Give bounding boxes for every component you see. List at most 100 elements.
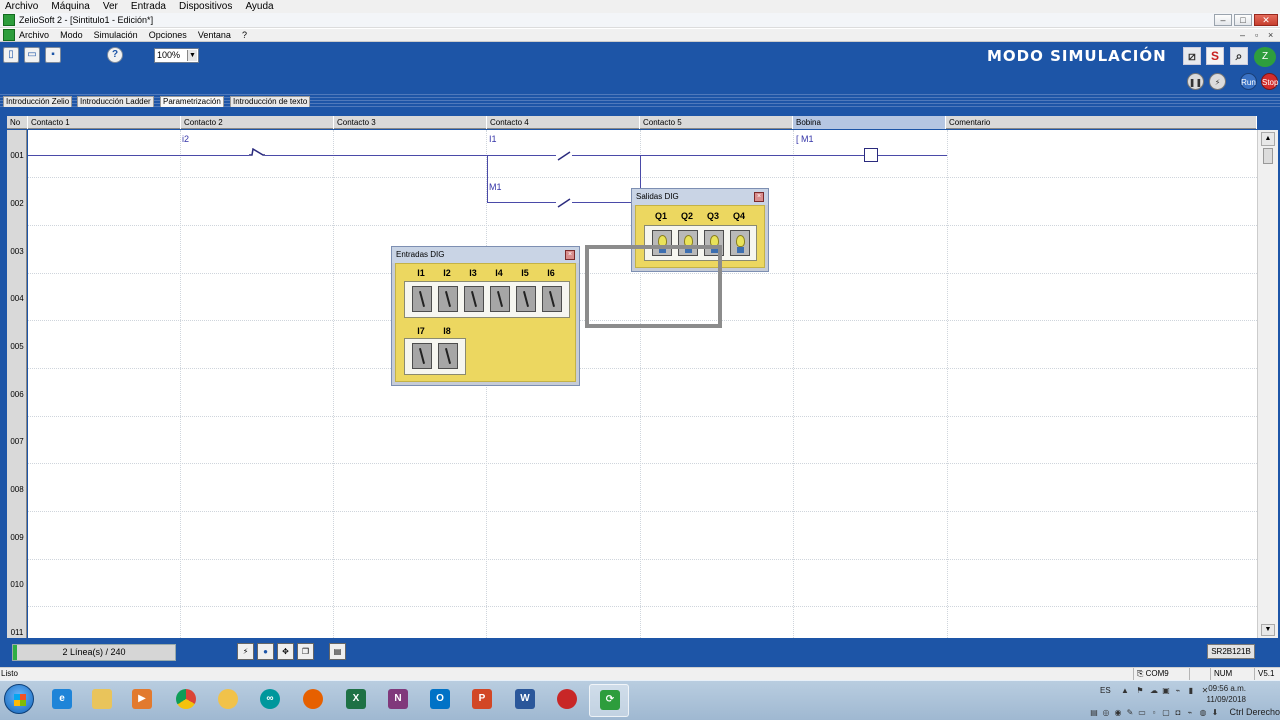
switch-i5[interactable] [516,286,536,312]
vm-usb-icon[interactable]: ⌁ [1185,708,1195,718]
menu-ayuda[interactable]: Ayuda [240,0,278,13]
input-label: I8 [443,326,451,336]
monitor-icon[interactable]: ⧄ [1183,47,1201,65]
vm-audio-icon[interactable]: ◉ [1113,708,1123,718]
scroll-thumb[interactable] [1263,148,1273,164]
taskbar-app-excel[interactable]: X [336,684,376,717]
tab-introduccion-zelio[interactable]: Introducción Zelio [3,96,73,107]
taskbar-app-cade[interactable] [547,684,587,717]
search-icon[interactable]: ⌕ [1230,47,1248,65]
vm-screen-icon[interactable]: ▭ [1137,708,1147,718]
contact-m1-no[interactable] [556,197,572,209]
new-file-icon[interactable]: ▯ [3,47,19,63]
taskbar-app-media[interactable]: ▶ [122,684,162,717]
vertical-scrollbar[interactable]: ▲ ▼ [1257,130,1278,638]
switch-i7[interactable] [412,343,432,369]
contact-i2-nc[interactable] [249,148,265,158]
tab-introduccion-texto[interactable]: Introducción de texto [230,96,311,107]
minimize-button[interactable]: – [1214,14,1232,26]
clock-date: 11/09/2018 [1206,695,1246,704]
doc-minimize-icon[interactable]: – [1240,29,1245,42]
tab-introduccion-ladder[interactable]: Introducción Ladder [77,96,154,107]
taskbar-app-chrome[interactable] [166,684,206,717]
show-hidden-icons-icon[interactable]: ▲ [1120,686,1130,696]
network-icon[interactable]: ▣ [1161,686,1171,696]
taskbar-app-onenote[interactable]: N [378,684,418,717]
save-icon[interactable]: ▪ [45,47,61,63]
switch-i6[interactable] [542,286,562,312]
run-button[interactable]: Run [1240,73,1257,90]
pause-icon[interactable]: ❚❚ [1187,73,1204,90]
taskbar-app-explorer[interactable] [82,684,122,717]
taskbar-app-word[interactable]: W [505,684,545,717]
taskbar-app-arduino[interactable]: ∞ [250,684,290,717]
vm-display-icon[interactable]: ▢ [1161,708,1171,718]
maximize-button[interactable]: □ [1234,14,1252,26]
menu-entrada[interactable]: Entrada [126,0,171,13]
outputs-window-title[interactable]: Salidas DIG [632,189,768,205]
vm-edit-icon[interactable]: ✎ [1125,708,1135,718]
chevron-down-icon[interactable]: ▼ [187,50,197,61]
module-icon[interactable]: ▤ [329,643,346,660]
clock[interactable]: 09:56 a.m. 11/09/2018 [1207,683,1246,705]
flag-icon[interactable]: ⚑ [1135,686,1145,696]
inputs-window-title[interactable]: Entradas DIG [392,247,579,263]
taskbar-app-outlook[interactable]: O [420,684,460,717]
vm-record-icon[interactable]: ◘ [1173,708,1183,718]
menu-dispositivos[interactable]: Dispositivos [174,0,237,13]
menu-ver[interactable]: Ver [98,0,123,13]
vm-optical-icon[interactable]: ◎ [1101,708,1111,718]
taskbar-app-ie[interactable]: e [42,684,82,717]
copy-icon[interactable]: ❐ [297,643,314,660]
help-icon[interactable]: ? [107,47,123,63]
vm-arrow-icon[interactable]: ⬇ [1210,708,1220,718]
grid-line [28,416,1257,417]
doc-restore-icon[interactable]: ▫ [1255,29,1258,42]
menu-simulacion[interactable]: Simulación [90,29,142,42]
record-icon[interactable]: ● [257,643,274,660]
switch-i2[interactable] [438,286,458,312]
menu-archivo-inner[interactable]: Archivo [15,29,53,42]
switch-i4[interactable] [490,286,510,312]
coil-m1[interactable] [864,148,878,162]
s-button[interactable]: S [1206,47,1224,65]
cloud-icon[interactable]: ☁ [1149,686,1159,696]
col-contacto-5: Contacto 5 [640,116,793,129]
menu-modo[interactable]: Modo [56,29,87,42]
switch-i8[interactable] [438,343,458,369]
language-indicator[interactable]: ES [1100,686,1111,695]
word-icon: W [515,689,535,709]
menu-maquina[interactable]: Máquina [46,0,94,13]
menu-opciones[interactable]: Opciones [145,29,191,42]
ladder-view-icon[interactable]: ⚡ [237,643,254,660]
zoom-select[interactable]: 100% ▼ [154,48,199,63]
contact-i1-no[interactable] [556,150,572,162]
move-icon[interactable]: ✥ [277,643,294,660]
start-button[interactable] [4,684,34,714]
inputs-window[interactable]: Entradas DIG × I1 I2 I3 I4 I5 I6 I7 I8 [391,246,580,386]
vm-network-icon[interactable]: ◍ [1198,708,1208,718]
usb-icon[interactable]: ⌁ [1173,686,1183,696]
close-icon[interactable]: × [565,250,575,260]
scroll-down-icon[interactable]: ▼ [1261,624,1275,636]
scroll-up-icon[interactable]: ▲ [1261,132,1275,146]
stop-button[interactable]: Stop [1261,73,1278,90]
switch-i1[interactable] [412,286,432,312]
vm-hdd-icon[interactable]: ▤ [1089,708,1099,718]
switch-i3[interactable] [464,286,484,312]
taskbar-app-powerpoint[interactable]: P [462,684,502,717]
taskbar-app-zeliosoft[interactable]: ⟳ [589,684,629,717]
battery-icon[interactable]: ▮ [1186,686,1196,696]
taskbar-app-paint[interactable] [208,684,248,717]
menu-ventana[interactable]: Ventana [194,29,235,42]
power-icon[interactable]: ⚡ [1209,73,1226,90]
menu-help[interactable]: ? [238,29,251,42]
open-folder-icon[interactable]: ▭ [24,47,40,63]
vm-folder-icon[interactable]: ▫ [1149,708,1159,718]
taskbar-app-firefox[interactable] [293,684,333,717]
close-button[interactable]: ✕ [1254,14,1278,26]
menu-archivo[interactable]: Archivo [0,0,43,13]
tab-parametrizacion[interactable]: Parametrización [160,96,224,107]
doc-close-icon[interactable]: × [1268,29,1273,42]
close-icon[interactable]: × [754,192,764,202]
